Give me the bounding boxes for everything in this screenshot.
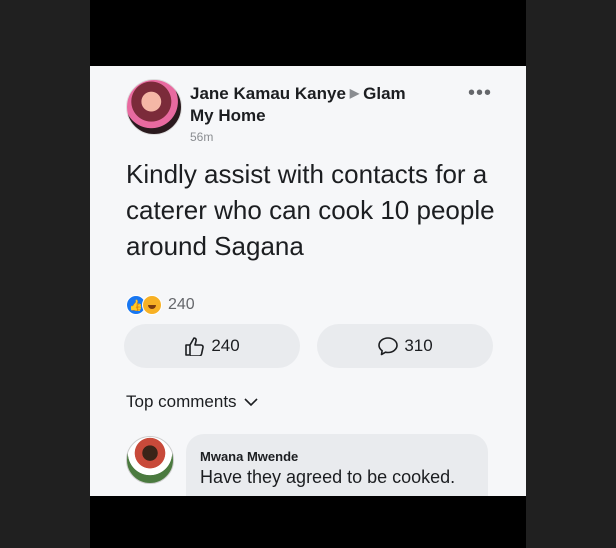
right-dark-border <box>526 0 616 548</box>
commenter-name[interactable]: Mwana Mwende <box>200 449 298 464</box>
top-comments-selector[interactable]: Top comments <box>126 392 258 412</box>
bottom-black-band <box>90 496 526 548</box>
post-text: Kindly assist with contacts for a catere… <box>126 159 495 261</box>
left-dark-border <box>0 0 90 548</box>
comment-button[interactable]: 310 <box>317 324 493 368</box>
group-name-line2[interactable]: My Home <box>190 106 266 125</box>
comment-bubble-icon <box>378 337 399 356</box>
like-button[interactable]: 240 <box>124 324 300 368</box>
commenter-avatar[interactable] <box>126 436 174 484</box>
post-header: Jane Kamau Kanye ▶ Glam My Home <box>190 82 450 127</box>
arrow-right-icon: ▶ <box>349 86 360 100</box>
more-options-icon[interactable]: ••• <box>468 82 492 105</box>
comment-bubble: Mwana Mwende Have they agreed to be cook… <box>186 434 488 496</box>
author-avatar[interactable] <box>126 79 182 135</box>
reaction-summary[interactable]: 👍 240 <box>126 294 195 316</box>
like-count: 240 <box>211 336 240 355</box>
reaction-count: 240 <box>168 296 195 313</box>
post-timestamp[interactable]: 56m <box>190 130 213 144</box>
haha-reaction-icon <box>142 295 162 315</box>
comment-count: 310 <box>404 336 433 355</box>
comment-text: Have they agreed to be cooked. <box>200 467 456 487</box>
post-card: Jane Kamau Kanye ▶ Glam My Home 56m ••• Ki… <box>90 66 526 496</box>
author-name[interactable]: Jane Kamau Kanye <box>190 84 346 103</box>
group-name[interactable]: Glam <box>363 84 406 103</box>
thumbs-up-icon <box>185 337 205 356</box>
chevron-down-icon <box>243 398 258 407</box>
top-comments-label: Top comments <box>126 392 237 411</box>
top-black-band <box>90 0 526 66</box>
